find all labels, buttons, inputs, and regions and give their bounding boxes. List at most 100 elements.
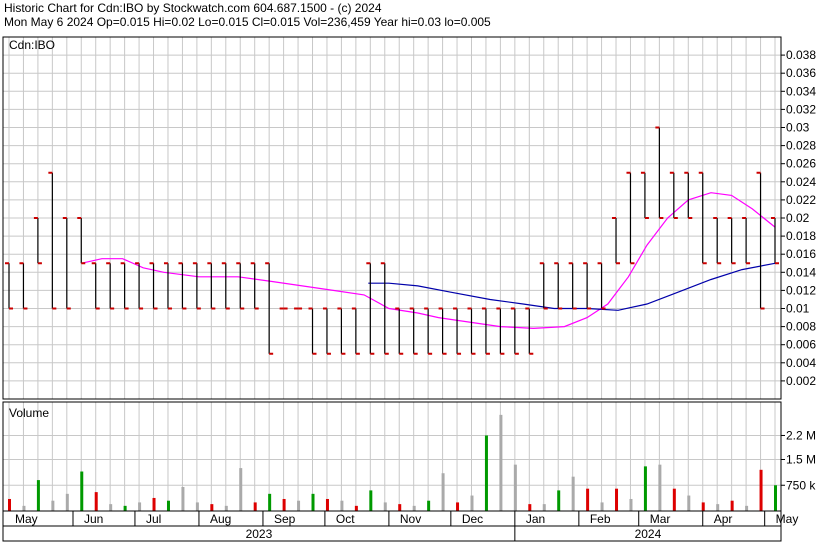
price-ytick-label: 0.004 bbox=[786, 356, 816, 370]
price-ytick-label: 0.032 bbox=[786, 102, 816, 116]
volume-bar bbox=[398, 504, 402, 511]
volume-bar bbox=[499, 414, 503, 511]
volume-bar bbox=[253, 502, 257, 511]
month-label: Apr bbox=[714, 512, 733, 526]
price-ytick-label: 0.014 bbox=[786, 265, 816, 279]
grid bbox=[3, 37, 781, 511]
volume-bar bbox=[94, 492, 98, 511]
volume-bar bbox=[354, 505, 358, 511]
month-label: Aug bbox=[210, 512, 231, 526]
volume-bar bbox=[8, 498, 11, 511]
month-label: Jul bbox=[146, 512, 161, 526]
month-label: Nov bbox=[400, 512, 421, 526]
price-ytick-label: 0.024 bbox=[786, 175, 816, 189]
month-label: Dec bbox=[462, 512, 483, 526]
volume-bar bbox=[239, 468, 243, 511]
chart-frame bbox=[2, 36, 785, 542]
volume-bar bbox=[51, 500, 55, 511]
volume-bar bbox=[672, 488, 676, 511]
price-ytick-label: 0.026 bbox=[786, 157, 816, 171]
volume-bar bbox=[586, 488, 590, 511]
price-ytick-label: 0.016 bbox=[786, 247, 816, 261]
price-ytick-label: 0.018 bbox=[786, 229, 816, 243]
volume-bar bbox=[643, 466, 647, 511]
volume-bar bbox=[22, 505, 26, 511]
volume-bar bbox=[325, 498, 329, 511]
volume-bar bbox=[181, 486, 185, 511]
volume-bar bbox=[412, 505, 416, 511]
volume-bar bbox=[542, 504, 546, 511]
axis-labels: 0.002 0.004 0.006 0.008 0.01 0.012 0.014 0.016 0… bbox=[9, 38, 816, 541]
price-ytick-label: 0.034 bbox=[786, 84, 816, 98]
price-panel-label: Cdn:IBO bbox=[9, 38, 55, 52]
volume-bar bbox=[109, 504, 113, 511]
month-label: May bbox=[776, 512, 799, 526]
volume-bar bbox=[195, 502, 199, 511]
volume-bar bbox=[65, 493, 69, 511]
volume-bar bbox=[701, 502, 705, 511]
volume-bar bbox=[166, 500, 170, 511]
price-ytick-label: 0.022 bbox=[786, 193, 816, 207]
volume-bar bbox=[441, 473, 445, 511]
month-label: Feb bbox=[590, 512, 611, 526]
volume-bar bbox=[528, 504, 532, 511]
volume-bar bbox=[282, 498, 286, 511]
volume-bar bbox=[470, 495, 474, 511]
volume-bar bbox=[297, 500, 301, 511]
volume-bar bbox=[557, 490, 561, 511]
price-ytick-label: 0.008 bbox=[786, 320, 816, 334]
volume-ytick-label: 750 k bbox=[786, 478, 816, 492]
price-ytick-label: 0.02 bbox=[786, 211, 810, 225]
price-ytick-label: 0.01 bbox=[786, 302, 810, 316]
volume-bar bbox=[571, 476, 575, 511]
year-label: 2023 bbox=[246, 527, 273, 541]
volume-bar bbox=[629, 498, 633, 511]
volume-bar bbox=[427, 500, 431, 511]
volume-bar bbox=[152, 497, 156, 511]
volume-bar bbox=[123, 505, 127, 511]
price-ytick-label: 0.012 bbox=[786, 283, 816, 297]
volume-bar bbox=[138, 502, 142, 511]
volume-bar bbox=[615, 488, 619, 511]
volume-panel-label: Volume bbox=[9, 406, 49, 420]
volume-bar bbox=[456, 502, 460, 511]
volume-bar bbox=[224, 505, 228, 511]
price-ytick-label: 0.028 bbox=[786, 139, 816, 153]
year-label: 2024 bbox=[635, 527, 662, 541]
volume-bar bbox=[774, 485, 777, 511]
volume-bar bbox=[311, 493, 315, 511]
volume-bars bbox=[8, 414, 777, 511]
volume-bar bbox=[340, 500, 344, 511]
price-bars bbox=[5, 126, 779, 355]
month-label: Sep bbox=[274, 512, 296, 526]
volume-bar bbox=[759, 469, 763, 511]
volume-bar bbox=[369, 490, 373, 511]
volume-panel-border bbox=[2, 401, 782, 512]
volume-bar bbox=[484, 435, 488, 511]
volume-bar bbox=[716, 504, 720, 511]
volume-bar bbox=[268, 493, 272, 511]
month-label: Mar bbox=[650, 512, 671, 526]
moving-average-line-2 bbox=[368, 262, 776, 311]
month-label: Oct bbox=[336, 512, 355, 526]
volume-bar bbox=[658, 464, 662, 511]
price-ytick-label: 0.002 bbox=[786, 374, 816, 388]
volume-bar bbox=[210, 504, 214, 511]
price-ytick-label: 0.038 bbox=[786, 48, 816, 62]
volume-ytick-label: 2.2 M bbox=[786, 428, 816, 442]
volume-bar bbox=[513, 464, 517, 511]
stock-chart: 0.002 0.004 0.006 0.008 0.01 0.012 0.014 0.016 0… bbox=[2, 36, 816, 542]
volume-bar bbox=[383, 502, 387, 511]
month-label: Jun bbox=[84, 512, 103, 526]
volume-bar bbox=[600, 502, 604, 511]
volume-bar bbox=[80, 471, 84, 511]
volume-ytick-label: 1.5 M bbox=[786, 453, 816, 467]
month-label: Jan bbox=[526, 512, 545, 526]
price-ytick-label: 0.006 bbox=[786, 338, 816, 352]
price-ytick-label: 0.036 bbox=[786, 66, 816, 80]
volume-bar bbox=[745, 505, 749, 511]
volume-bar bbox=[36, 480, 40, 511]
price-ytick-label: 0.03 bbox=[786, 121, 810, 135]
month-label: May bbox=[15, 512, 38, 526]
volume-bar bbox=[730, 500, 734, 511]
